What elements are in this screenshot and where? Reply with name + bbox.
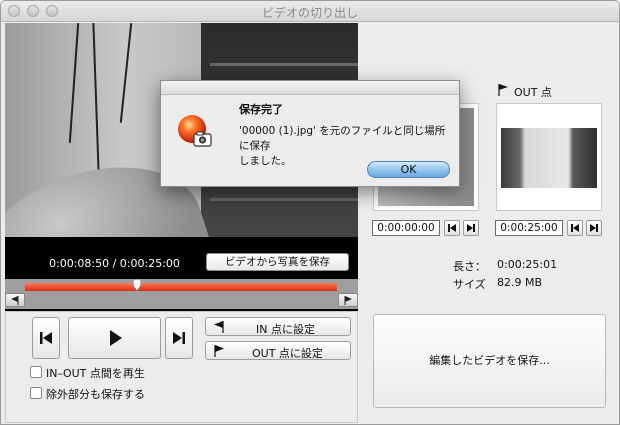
out-point-handle[interactable]: [338, 293, 358, 307]
skip-forward-icon: [173, 332, 185, 344]
in-time-field[interactable]: 0:00:00:00: [372, 220, 440, 236]
set-out-point-button[interactable]: OUT 点に設定: [205, 341, 351, 360]
size-value: 82.9 MB: [497, 276, 543, 289]
skip-forward-icon: [590, 224, 598, 232]
skip-to-in-button[interactable]: [32, 317, 60, 359]
skip-back-icon: [571, 224, 579, 232]
save-photo-button[interactable]: ビデオから写真を保存: [206, 253, 349, 271]
flag-right-icon: [498, 84, 508, 96]
in-step-forward-button[interactable]: [463, 220, 479, 236]
flag-left-icon: [11, 296, 19, 305]
timeline-scrubber[interactable]: [5, 279, 358, 309]
size-label: サイズ: [453, 278, 486, 291]
app-window: ビデオの切り出し 0:00:08:50 / 0:00:25:00 ビデオから写真…: [0, 0, 620, 425]
play-button[interactable]: [68, 317, 161, 359]
in-point-handle[interactable]: [5, 293, 25, 307]
title-bar: ビデオの切り出し: [1, 1, 619, 22]
timeline-selected-range: [25, 283, 337, 291]
length-label: 長さ：: [453, 260, 486, 273]
save-complete-dialog: 保存完了 '00000 (1).jpg' を元のファイルと同じ場所に保存 しまし…: [160, 80, 460, 187]
save-excluded-checkbox[interactable]: [30, 387, 42, 399]
window-title: ビデオの切り出し: [261, 6, 358, 20]
play-icon: [110, 330, 122, 346]
dialog-top-strip: [161, 81, 459, 95]
save-excluded-label: 除外部分も保存する: [46, 388, 145, 401]
in-step-back-button[interactable]: [444, 220, 460, 236]
save-edited-video-button[interactable]: 編集したビデオを保存...: [373, 314, 606, 408]
out-step-back-button[interactable]: [567, 220, 583, 236]
out-point-header: OUT 点: [514, 86, 552, 99]
set-out-point-label: OUT 点に設定: [252, 347, 323, 360]
length-value: 0:00:25:01: [497, 258, 558, 271]
play-in-out-label: IN–OUT 点間を再生: [46, 367, 145, 380]
flag-left-icon: [214, 321, 224, 333]
out-point-thumbnail: [496, 103, 602, 211]
skip-back-icon: [40, 332, 52, 344]
play-in-out-checkbox[interactable]: [30, 366, 42, 378]
out-point-frame-image: [501, 128, 597, 188]
set-in-point-button[interactable]: IN 点に設定: [205, 317, 351, 336]
video-frame-shelf: [210, 63, 358, 66]
skip-back-icon: [448, 224, 456, 232]
skip-forward-icon: [467, 224, 475, 232]
playback-controls-panel: IN 点に設定 OUT 点に設定 IN–OUT 点間を再生 除外部分も保存する: [5, 311, 358, 423]
flag-right-icon: [214, 345, 224, 357]
out-time-field[interactable]: 0:00:25:00: [495, 220, 563, 236]
dialog-title: 保存完了: [239, 103, 283, 116]
current-time-display: 0:00:08:50 / 0:00:25:00: [49, 257, 180, 270]
set-in-point-label: IN 点に設定: [256, 323, 315, 336]
photo-camera-app-icon: [178, 115, 212, 147]
flag-right-icon: [344, 296, 352, 305]
dialog-message-line1: '00000 (1).jpg' を元のファイルと同じ場所に保存: [239, 125, 446, 152]
playhead-thumb[interactable]: [133, 279, 141, 291]
ok-button[interactable]: OK: [367, 161, 450, 178]
out-step-forward-button[interactable]: [586, 220, 602, 236]
video-frame-shelf: [210, 198, 358, 201]
skip-to-out-button[interactable]: [165, 317, 193, 359]
